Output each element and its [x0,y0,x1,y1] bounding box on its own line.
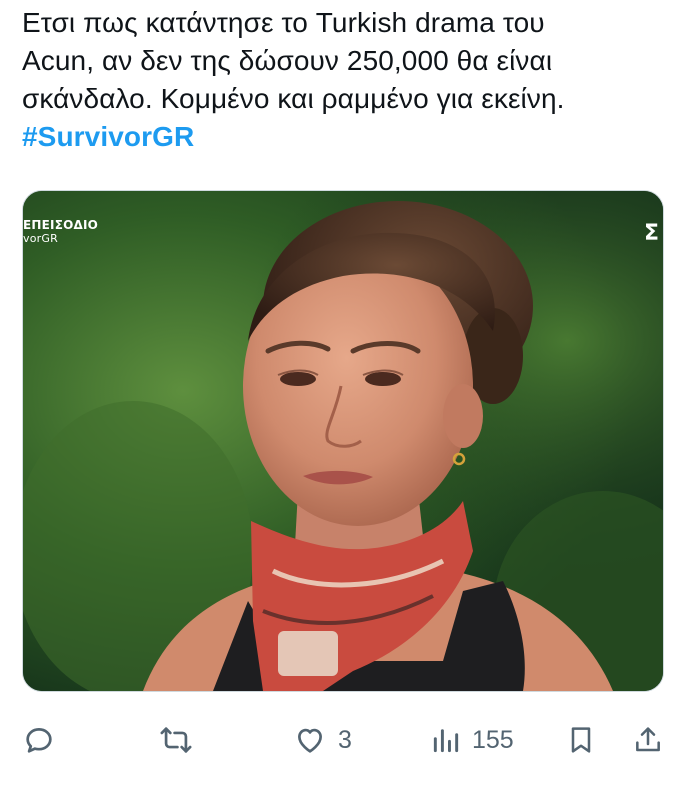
contestant-photo [23,191,663,691]
bookmark-icon [565,723,597,757]
episode-overlay-label: ΕΠΕΙΣΟΔΙΟ vorGR [23,218,99,246]
like-button[interactable]: 3 [292,712,352,768]
reply-icon [22,723,56,757]
tweet-text-line-3: σκάνδαλο. Κομμένο και ραμμένο για εκείνη… [22,83,565,114]
episode-sub-text: vorGR [23,232,58,245]
retweet-icon [158,723,194,757]
tweet-media-image[interactable]: ΕΠΕΙΣΟΔΙΟ vorGR Σ [22,190,664,692]
channel-logo: Σ [643,221,659,246]
retweet-button[interactable] [158,712,194,768]
views-button[interactable]: 155 [430,712,514,768]
like-count: 3 [338,725,352,754]
views-count: 155 [472,725,514,754]
tweet-text: Ετσι πως κατάντησε το Turkish drama του … [22,4,682,156]
tweet-text-line-2: Acun, αν δεν της δώσουν 250,000 θα είναι [22,45,553,76]
views-icon [430,723,462,757]
heart-icon [292,723,328,757]
bookmark-button[interactable] [565,712,597,768]
hashtag-link[interactable]: #SurvivorGR [22,118,682,156]
tweet-text-line-1: Ετσι πως κατάντησε το Turkish drama του [22,7,545,38]
episode-label-text: ΕΠΕΙΣΟΔΙΟ [23,218,99,232]
tweet-action-bar: 3 155 [0,712,700,768]
reply-button[interactable] [22,712,56,768]
share-icon [632,723,664,757]
share-button[interactable] [632,712,664,768]
